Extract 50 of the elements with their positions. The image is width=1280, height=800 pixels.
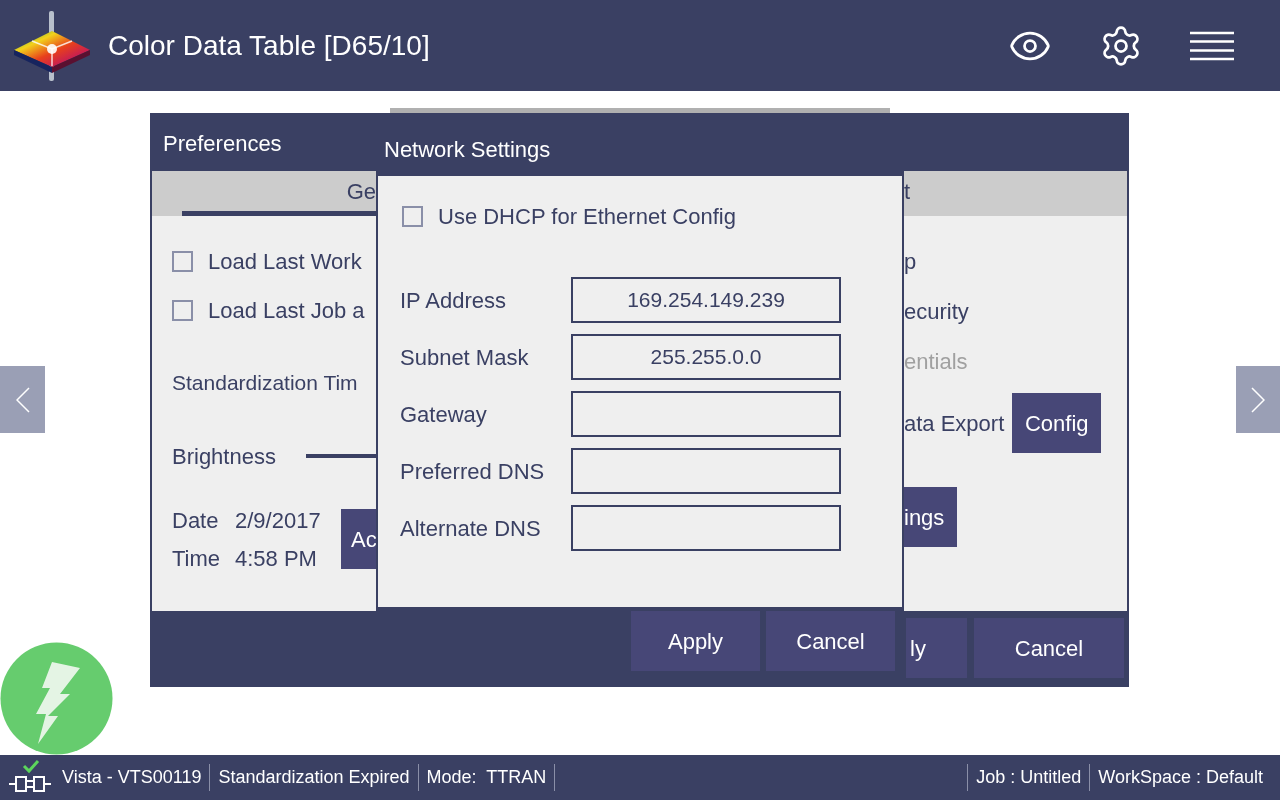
next-button[interactable] [1236,366,1280,433]
apply-button[interactable]: Apply [631,611,760,671]
field-label: Subnet Mask [400,343,530,372]
field-label: Gateway [400,400,488,429]
checkbox[interactable] [402,205,423,227]
adjust-button[interactable]: Ac [341,509,376,569]
input-field[interactable]: 169.254.149.239 [571,277,841,323]
previous-button[interactable] [0,366,45,433]
logo-icon [12,8,92,83]
option-label: Load Last Work [208,247,362,276]
field-label: IP Address [400,286,507,315]
tab[interactable]: t [904,171,1127,216]
input-field[interactable] [571,505,841,551]
chevron-right-icon [1251,386,1265,413]
setting-label: Standardization Tim [172,370,358,397]
menu-icon[interactable] [1190,30,1234,61]
option-label: p [904,247,917,276]
cancel-button[interactable]: Cancel [766,611,895,671]
config-button[interactable]: Config [1012,393,1102,453]
chevron-left-icon [15,386,30,413]
field-label: Preferred DNS [400,457,546,486]
option-label: Use DHCP for Ethernet Config [438,202,736,231]
slider-track[interactable] [306,454,376,458]
dialog-title: Preferences [163,129,282,158]
setting-label: Brightness [172,442,277,471]
settings-button[interactable]: ings [904,487,957,547]
status-text: Mode: TTRAN [418,764,556,791]
status-text: Standardization Expired [210,764,419,791]
field-label: Date [172,506,220,535]
input-field[interactable] [571,391,841,437]
window-title: Color Data Table [D65/10] [108,28,430,63]
apply-button[interactable]: ly [906,618,967,678]
field-value: 4:58 PM [235,544,317,573]
checkbox[interactable] [172,299,193,321]
option-label: entials [904,347,968,376]
field-value: 2/9/2017 [235,506,321,535]
lightning-icon[interactable] [0,642,113,755]
field-label: Time [172,544,222,573]
status-text: WorkSpace : Default [1089,764,1263,791]
cancel-button[interactable]: Cancel [974,618,1124,678]
input-field[interactable]: 255.255.0.0 [571,334,841,380]
option-label: ata Export [904,409,1005,438]
checkbox[interactable] [172,250,193,272]
option-label: ecurity [904,297,969,326]
status-text: Vista - VTS00119 [52,764,211,791]
dialog-title: Network Settings [384,135,551,164]
option-label: Load Last Job a [208,296,365,325]
input-field[interactable] [571,448,841,494]
field-label: Alternate DNS [400,514,542,543]
status-text: Job : Untitled [967,764,1090,791]
